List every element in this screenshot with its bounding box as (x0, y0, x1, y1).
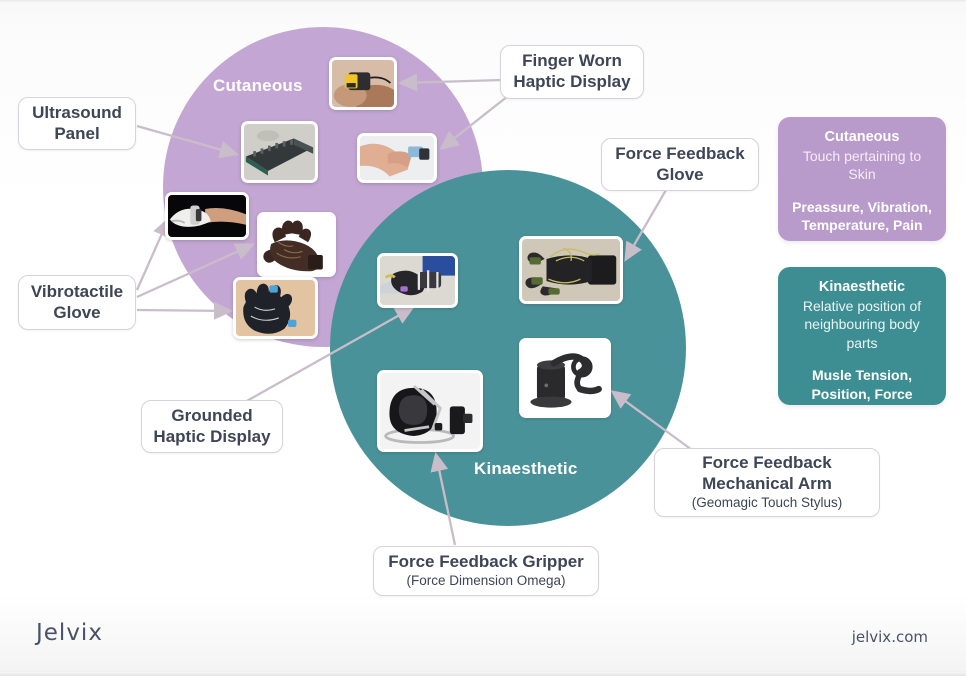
callout-title: Force Feedback Gripper (388, 551, 584, 571)
info-card-keywords: Musle Tension, Position, Force (811, 367, 913, 402)
info-card-description: Relative position of neighbouring body p… (802, 297, 922, 351)
footer-brand-logo: Jelvix (36, 620, 103, 646)
thumbnail-vibrotactile-glove (233, 277, 318, 339)
thumbnail-white-hand-device (165, 192, 249, 240)
diagram-canvas: Cutaneous Kinaesthetic Ultrasound Panel … (0, 0, 966, 676)
info-card-kinaesthetic: Kinaesthetic Relative position of neighb… (778, 267, 946, 405)
callout-title: Finger Worn Haptic Display (513, 51, 631, 91)
callout-vibrotactile-glove[interactable]: Vibrotactile Glove (18, 275, 136, 330)
info-card-title: Cutaneous (824, 129, 900, 145)
thumbnail-finger-worn-ring (329, 57, 397, 110)
callout-title: Force Feedback Mechanical Arm (702, 452, 832, 493)
callout-finger-worn-haptic-display[interactable]: Finger Worn Haptic Display (500, 45, 644, 99)
callout-force-feedback-gripper[interactable]: Force Feedback Gripper (Force Dimension … (373, 546, 599, 596)
callout-title: Grounded Haptic Display (153, 405, 271, 446)
thumbnail-finger-clip-device (357, 133, 437, 183)
callout-force-feedback-mechanical-arm[interactable]: Force Feedback Mechanical Arm (Geomagic … (654, 448, 880, 517)
thumbnail-wired-black-glove (257, 212, 336, 277)
info-card-description: Touch pertaining to Skin (802, 147, 922, 183)
callout-ultrasound-panel[interactable]: Ultrasound Panel (18, 97, 136, 150)
thumbnail-geomagic-touch-stylus (519, 338, 611, 418)
callout-force-feedback-glove[interactable]: Force Feedback Glove (601, 138, 759, 191)
callout-subtitle: (Force Dimension Omega) (406, 573, 566, 589)
callout-title: Vibrotactile Glove (30, 281, 124, 322)
callout-title: Ultrasound Panel (32, 102, 122, 143)
callout-subtitle: (Geomagic Touch Stylus) (691, 495, 843, 511)
info-card-cutaneous: Cutaneous Touch pertaining to Skin Preas… (778, 117, 946, 241)
thumbnail-grounded-haptic-rig (377, 253, 458, 308)
info-card-keywords: Preassure, Vibration, Temperature, Pain (792, 198, 932, 234)
callout-title: Force Feedback Glove (615, 143, 745, 184)
thumbnail-omega-gripper (377, 370, 483, 452)
callout-grounded-haptic-display[interactable]: Grounded Haptic Display (141, 400, 283, 453)
thumbnail-ultrasound-panel (241, 121, 318, 183)
footer-website-url: jelvix.com (851, 628, 928, 646)
thumbnail-force-feedback-glove (519, 236, 623, 304)
info-card-title: Kinaesthetic (818, 279, 906, 295)
